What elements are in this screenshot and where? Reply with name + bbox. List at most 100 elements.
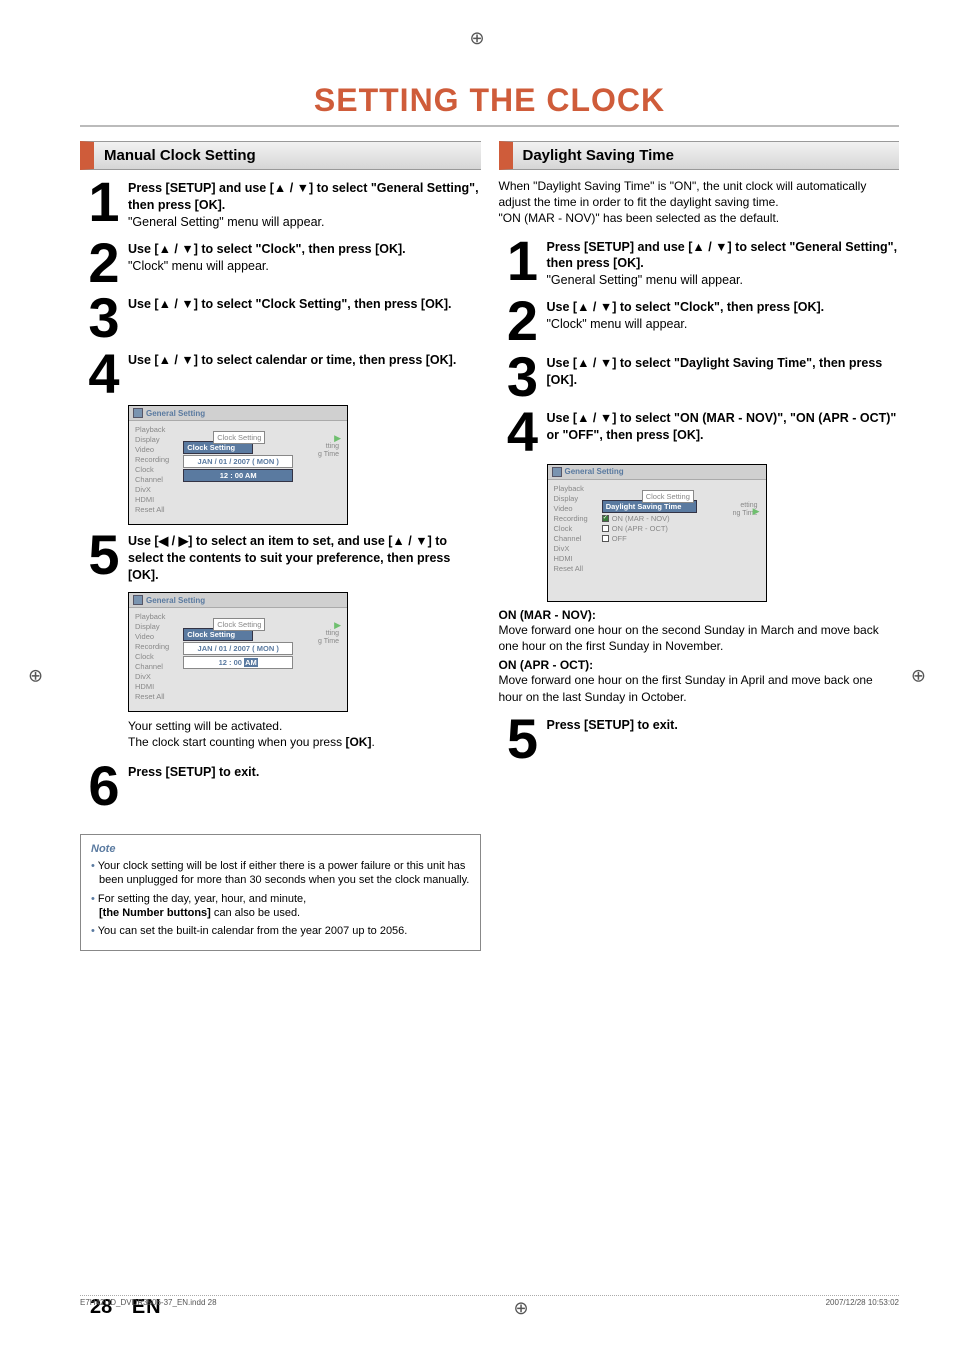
panel-label: Clock Setting: [213, 618, 265, 631]
col-left: Manual Clock Setting 1 Press [SETUP] and…: [80, 141, 481, 951]
menu-item: Video: [133, 632, 171, 641]
step-number: 1: [499, 237, 547, 290]
step-body: Press [SETUP] and use [▲ / ▼] to select …: [547, 237, 900, 290]
menu-title: General Setting: [129, 406, 347, 421]
step: 1 Press [SETUP] and use [▲ / ▼] to selec…: [499, 237, 900, 290]
panel-label: Clock Setting: [642, 490, 694, 503]
checkbox-checked-icon: [602, 515, 609, 522]
section-header: Daylight Saving Time: [499, 141, 900, 170]
menu-item: Channel: [552, 534, 590, 543]
sub-heading: ON (MAR - NOV):: [499, 608, 900, 622]
menu-item: Recording: [133, 642, 171, 651]
note-item: You can set the built-in calendar from t…: [91, 924, 470, 938]
step-note: "General Setting" menu will appear.: [547, 273, 743, 287]
menu-left-list: Playback Display Video Recording Clock C…: [552, 484, 590, 573]
menu-item: Video: [552, 504, 590, 513]
checkbox-icon: [602, 535, 609, 542]
step-instruction: Press [SETUP] to exit.: [128, 765, 259, 779]
sub-text: Move forward one hour on the first Sunda…: [499, 672, 900, 704]
step: 1 Press [SETUP] and use [▲ / ▼] to selec…: [80, 178, 481, 231]
menu-item: HDMI: [133, 682, 171, 691]
step-instruction: Press [SETUP] to exit.: [547, 718, 678, 732]
step: 3 Use [▲ / ▼] to select "Daylight Saving…: [499, 353, 900, 401]
step-instruction: Use [▲ / ▼] to select "Clock", then pres…: [547, 300, 825, 314]
text: can also be used.: [211, 907, 300, 919]
key-label: [OK]: [345, 735, 371, 749]
step-body: Use [◀ / ▶] to select an item to set, an…: [128, 531, 481, 584]
text: .: [371, 735, 374, 749]
step: 4 Use [▲ / ▼] to select "ON (MAR - NOV)"…: [499, 408, 900, 456]
panel-label: Clock Setting: [213, 431, 265, 444]
menu-item: DivX: [133, 672, 171, 681]
sub-heading: ON (APR - OCT):: [499, 658, 900, 672]
menu-left-list: Playback Display Video Recording Clock C…: [133, 612, 171, 701]
step-instruction: Use [▲ / ▼] to select "Daylight Saving T…: [547, 356, 883, 387]
menu-item: Reset All: [133, 505, 171, 514]
text: When "Daylight Saving Time" is "ON", the…: [499, 179, 867, 209]
step: 2 Use [▲ / ▼] to select "Clock", then pr…: [499, 297, 900, 345]
step: 2 Use [▲ / ▼] to select "Clock", then pr…: [80, 239, 481, 287]
menu-item: Recording: [552, 514, 590, 523]
step: 3 Use [▲ / ▼] to select "Clock Setting",…: [80, 294, 481, 342]
menu-item: Playback: [133, 425, 171, 434]
menu-right: Clock Setting etting ng Time ▶ Daylight …: [594, 484, 762, 573]
step-number: 4: [80, 350, 128, 398]
step-body: Use [▲ / ▼] to select "Clock", then pres…: [128, 239, 406, 287]
note-title: Note: [91, 843, 470, 855]
sub-text: Move forward one hour on the second Sund…: [499, 622, 900, 654]
step-number: 6: [80, 762, 128, 810]
step-note: "Clock" menu will appear.: [547, 317, 688, 331]
step-instruction: Press [SETUP] and use [▲ / ▼] to select …: [128, 181, 479, 212]
option-label: ON (APR - OCT): [612, 524, 668, 533]
time-highlight: AM: [244, 658, 258, 667]
menu-item: Playback: [552, 484, 590, 493]
step-instruction: Press [SETUP] and use [▲ / ▼] to select …: [547, 240, 898, 271]
step: 5 Press [SETUP] to exit.: [499, 715, 900, 763]
menu-item: DivX: [552, 544, 590, 553]
step-body: Use [▲ / ▼] to select "Daylight Saving T…: [547, 353, 900, 401]
step: 5 Use [◀ / ▶] to select an item to set, …: [80, 531, 481, 584]
menu-screenshot: General Setting Playback Display Video R…: [128, 592, 348, 712]
page-content: SETTING THE CLOCK Manual Clock Setting 1…: [80, 82, 899, 1261]
crop-mark-icon: ⊕: [469, 28, 484, 49]
menu-item: Clock: [552, 524, 590, 533]
text: "ON (MAR - NOV)" has been selected as th…: [499, 211, 780, 225]
key-label: [the Number buttons]: [99, 907, 211, 919]
menu-right: Clock Setting tting g Time ▶ Clock Setti…: [175, 425, 343, 514]
section-header: Manual Clock Setting: [80, 141, 481, 170]
menu-item: Reset All: [552, 564, 590, 573]
menu-title: General Setting: [129, 593, 347, 608]
arrow-right-icon: ▶: [753, 506, 760, 517]
footer-timestamp: 2007/12/28 10:53:02: [826, 1298, 899, 1319]
step-body: Use [▲ / ▼] to select calendar or time, …: [128, 350, 456, 398]
step-number: 5: [499, 715, 547, 763]
crop-mark-icon: ⊕: [514, 1298, 529, 1319]
text: The clock start counting when you press: [128, 735, 345, 749]
step-instruction: Use [▲ / ▼] to select "Clock Setting", t…: [128, 297, 451, 311]
intro-text: When "Daylight Saving Time" is "ON", the…: [499, 178, 900, 227]
truncated-text: g Time: [318, 638, 339, 645]
option-row: OFF: [602, 534, 762, 543]
menu-item: HDMI: [552, 554, 590, 563]
menu-item: Video: [133, 445, 171, 454]
menu-right: Clock Setting tting g Time ▶ Clock Setti…: [175, 612, 343, 701]
step-body: Press [SETUP] to exit.: [128, 762, 259, 810]
menu-item: Channel: [133, 662, 171, 671]
step-body: Press [SETUP] and use [▲ / ▼] to select …: [128, 178, 481, 231]
explanation-block: ON (MAR - NOV): Move forward one hour on…: [499, 608, 900, 705]
time-text: 12 : 00: [219, 658, 244, 667]
step-number: 4: [499, 408, 547, 456]
col-right: Daylight Saving Time When "Daylight Savi…: [499, 141, 900, 951]
option-label: ON (MAR - NOV): [612, 514, 670, 523]
step-note: "General Setting" menu will appear.: [128, 215, 324, 229]
text: For setting the day, year, hour, and min…: [98, 893, 306, 905]
arrow-right-icon: ▶: [334, 620, 341, 631]
truncated-text: tting: [326, 630, 339, 637]
crop-mark-icon: ⊕: [28, 665, 43, 686]
truncated-text: g Time: [318, 451, 339, 458]
step-number: 5: [80, 531, 128, 584]
note-item: For setting the day, year, hour, and min…: [91, 892, 470, 921]
value-row: JAN / 01 / 2007 ( MON ): [183, 455, 293, 468]
menu-item: DivX: [133, 485, 171, 494]
menu-screenshot: General Setting Playback Display Video R…: [128, 405, 348, 525]
